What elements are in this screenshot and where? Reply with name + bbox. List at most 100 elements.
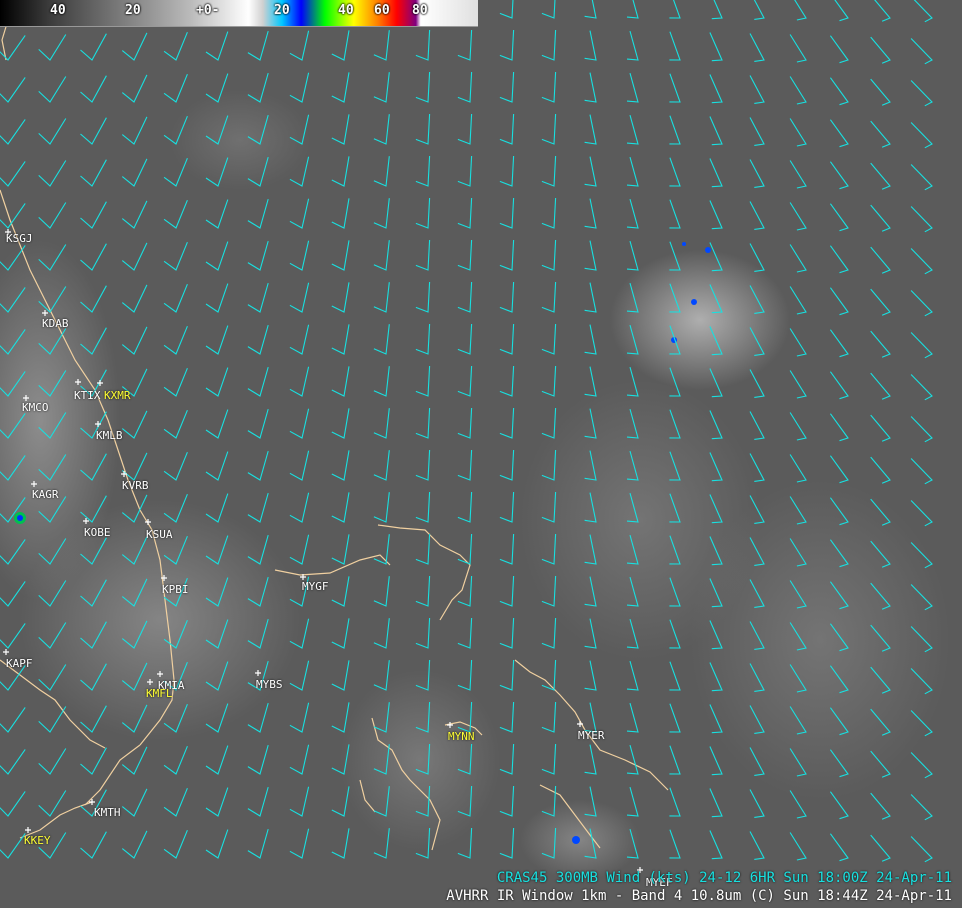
wind-barb (910, 416, 933, 443)
wind-barb (669, 829, 681, 859)
wind-barb (121, 116, 148, 145)
wind-barb (289, 786, 310, 817)
wind-barb (499, 617, 515, 649)
station-label: KSUA (146, 528, 173, 541)
satellite-image (0, 0, 950, 880)
wind-barb (163, 409, 188, 439)
wind-barb (789, 286, 807, 315)
wind-barb (499, 407, 515, 439)
wind-barb (331, 366, 350, 397)
wind-barb (626, 72, 639, 103)
wind-barb (331, 660, 350, 691)
wind-barb (870, 456, 891, 484)
wind-barb (289, 282, 310, 313)
wind-barb (870, 36, 891, 64)
wind-barb (789, 454, 807, 483)
wind-barb (331, 534, 350, 565)
wind-barb (910, 164, 933, 191)
wind-barb (80, 831, 107, 859)
wind-barb (80, 243, 107, 271)
wind-barb (121, 830, 148, 859)
wind-barb (669, 703, 681, 733)
wind-barb (499, 491, 515, 523)
wind-barb (80, 117, 107, 145)
station-label: KVRB (122, 479, 149, 492)
wind-barb (163, 451, 188, 481)
wind-barb (457, 239, 473, 271)
wind-barb (331, 72, 350, 103)
wind-barb (789, 370, 807, 399)
wind-barb (749, 117, 765, 146)
wind-barb (331, 240, 350, 271)
wind-barb (247, 366, 269, 397)
wind-barb (541, 323, 557, 355)
wind-barb (373, 30, 390, 61)
wind-barb (457, 155, 473, 187)
wind-barb (626, 660, 639, 691)
wind-barb (669, 745, 681, 775)
wind-barb (80, 75, 107, 103)
wind-barb (709, 74, 723, 104)
wind-barb (121, 32, 148, 61)
wind-barb (373, 408, 390, 439)
wind-barb (289, 198, 310, 229)
wind-barb (789, 34, 807, 63)
wind-barb (584, 198, 597, 229)
colorbar-tick: 40 (338, 3, 354, 18)
wind-barb (331, 450, 350, 481)
station-label: KXMR (104, 389, 131, 402)
wind-barb (289, 324, 310, 355)
wind-barb (584, 30, 597, 61)
wind-barb (541, 71, 557, 103)
wind-barb (626, 114, 639, 145)
wind-barb (541, 29, 557, 61)
wind-barb (626, 786, 639, 817)
wind-barb (669, 0, 681, 19)
station-label: KKEY (24, 834, 51, 847)
wind-barb (499, 71, 515, 103)
wind-barb (457, 449, 473, 481)
wind-barb (829, 77, 849, 106)
wind-barb (499, 365, 515, 397)
wind-barb (38, 790, 67, 817)
wind-barb (499, 743, 515, 775)
wind-barb (910, 206, 933, 233)
wind-barb (415, 155, 431, 187)
wind-barb (749, 33, 765, 62)
wind-barb (829, 119, 849, 148)
wind-barb (0, 749, 26, 775)
wind-barb (457, 407, 473, 439)
wind-barb (415, 407, 431, 439)
wind-barb (584, 114, 597, 145)
wind-barb (331, 156, 350, 187)
wind-barb (163, 787, 188, 817)
wind-barb (499, 533, 515, 565)
wind-barb (789, 328, 807, 357)
station-marker (25, 827, 31, 833)
wind-barb (289, 366, 310, 397)
wind-barb (829, 287, 849, 316)
wind-barb (289, 408, 310, 439)
station-label: KMCO (22, 401, 49, 414)
colorbar-tick: 40 (50, 3, 66, 18)
wind-barb (38, 76, 67, 103)
wind-barb (910, 500, 933, 527)
station-label: MYGF (302, 580, 329, 593)
wind-barb (121, 326, 148, 355)
wind-barb (834, 0, 849, 22)
wind-barb (457, 281, 473, 313)
wind-barb (38, 202, 67, 229)
wind-barb (789, 412, 807, 441)
wind-barb (874, 0, 891, 22)
wind-barb (289, 744, 310, 775)
wind-barb (457, 29, 473, 61)
wind-barb (829, 329, 849, 358)
wind-barb (669, 115, 681, 145)
wind-barb (289, 492, 310, 523)
wind-barb (80, 201, 107, 229)
wind-barb (373, 198, 390, 229)
wind-barb (247, 408, 269, 439)
station-label: KTIX (74, 389, 101, 402)
wind-barb (499, 449, 515, 481)
wind-barb (499, 323, 515, 355)
